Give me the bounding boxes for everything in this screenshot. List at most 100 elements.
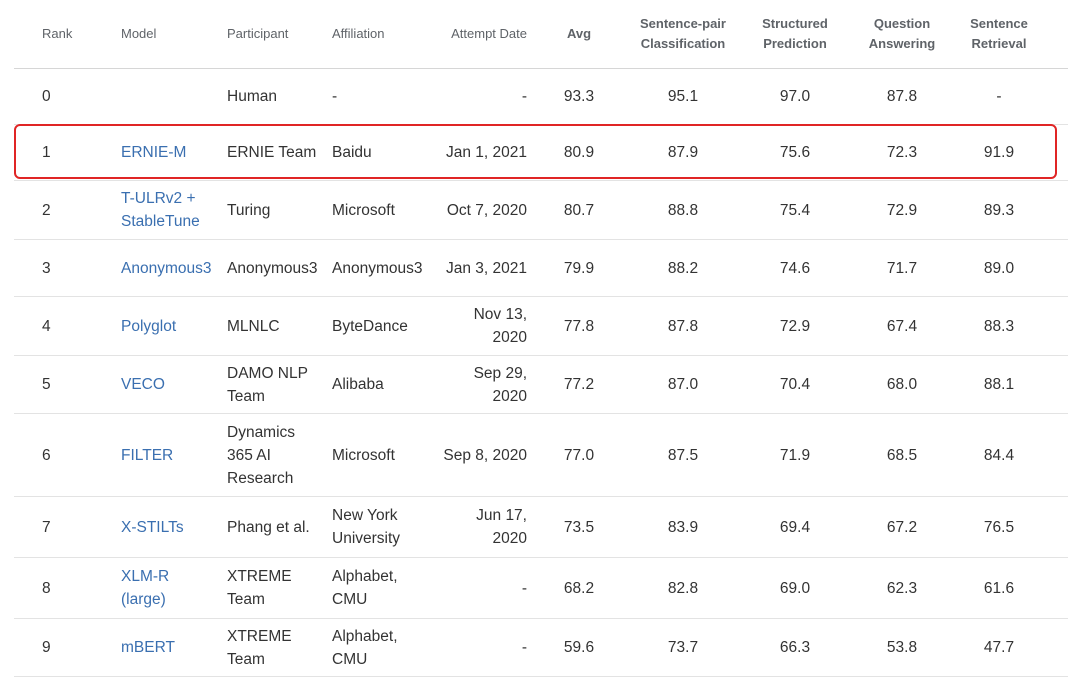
- participant-cell: Phang et al.: [227, 497, 332, 557]
- affiliation-cell-line: New York: [332, 507, 398, 524]
- affiliation-cell-line: University: [332, 530, 401, 547]
- model-link[interactable]: X-STILTs: [121, 516, 184, 539]
- header-spc-line2: Classification: [640, 36, 726, 51]
- header-structured-prediction[interactable]: Structured Prediction: [743, 0, 847, 68]
- attempt-date-cell-line: 2020: [492, 329, 527, 346]
- header-model[interactable]: Model: [121, 0, 226, 68]
- participant-cell: XTREME Team: [227, 619, 332, 676]
- model-cell: X-STILTs: [121, 497, 226, 557]
- header-sr-line1: Sentence: [970, 16, 1028, 31]
- structured-prediction-cell: 66.3: [779, 639, 811, 656]
- sentence-retrieval-cell: 61.6: [983, 579, 1015, 597]
- sentence-retrieval-cell: 89.3: [983, 201, 1015, 219]
- model-link[interactable]: Polyglot: [121, 315, 176, 338]
- sentence-pair-classification-cell: 87.5: [667, 446, 699, 464]
- model-link[interactable]: T-ULRv2 + StableTune: [121, 187, 200, 233]
- attempt-date-cell-line: Nov 13,: [473, 306, 527, 323]
- question-answering-cell: 87.8: [886, 88, 918, 105]
- attempt-date-cell-line: 2020: [492, 387, 527, 405]
- structured-prediction-cell: 75.4: [779, 201, 811, 219]
- header-qa-line2: Answering: [868, 36, 936, 51]
- structured-prediction-cell: 71.9: [779, 446, 811, 464]
- participant-cell: Human: [227, 69, 332, 124]
- participant-cell: DAMO NLP Team: [227, 356, 332, 413]
- model-link[interactable]: mBERT: [121, 636, 175, 659]
- attempt-date-cell-line: Jun 17,: [476, 507, 527, 524]
- header-sp-line1: Structured: [762, 16, 828, 31]
- structured-prediction-cell: 72.9: [779, 317, 811, 335]
- model-cell-line: (large): [121, 591, 166, 608]
- table-row: 0 Human - - 93.3 95.1 97.0 87.8 -: [14, 69, 1068, 125]
- affiliation-cell-line: CMU: [332, 650, 368, 668]
- structured-prediction-cell: 74.6: [779, 259, 811, 277]
- model-cell-line: Polyglot: [121, 317, 177, 335]
- rank-cell: 4: [42, 317, 51, 335]
- question-answering-cell: 72.9: [886, 201, 918, 219]
- attempt-date-cell: Sep 8, 2020: [407, 414, 527, 496]
- header-sr-line2: Retrieval: [971, 36, 1027, 51]
- rank-cell: 5: [42, 376, 51, 393]
- sentence-retrieval-cell: 84.4: [983, 446, 1015, 464]
- model-link[interactable]: Anonymous3: [121, 257, 211, 280]
- model-cell: mBERT: [121, 619, 226, 676]
- avg-cell: 79.9: [563, 259, 595, 277]
- table-row: 5 VECO DAMO NLP Team Alibaba Sep 29, 2020 77.2 8…: [14, 356, 1068, 414]
- structured-prediction-cell: 70.4: [779, 376, 811, 393]
- table-row: 6 FILTER Dynamics 365 AI Research Microsoft Se…: [14, 414, 1068, 497]
- participant-cell-line: Anonymous3: [227, 259, 318, 277]
- participant-cell: ERNIE Team: [227, 125, 332, 180]
- sentence-retrieval-cell: 47.7: [983, 639, 1015, 656]
- model-cell-line: VECO: [121, 376, 165, 393]
- attempt-date-cell-line: Jan 1, 2021: [445, 144, 527, 161]
- rank-cell: 6: [42, 446, 51, 464]
- avg-cell: 93.3: [563, 88, 595, 105]
- attempt-date-cell: Sep 29, 2020: [407, 356, 527, 413]
- model-cell-line: mBERT: [121, 639, 175, 656]
- sentence-pair-classification-cell: 87.8: [667, 317, 699, 335]
- participant-cell-line: Research: [227, 469, 294, 487]
- participant-cell-line: XTREME: [227, 568, 292, 585]
- header-sentence-retrieval[interactable]: Sentence Retrieval: [954, 0, 1044, 68]
- model-cell-line: ERNIE-M: [121, 144, 187, 161]
- header-rank[interactable]: Rank: [42, 0, 102, 68]
- header-participant[interactable]: Participant: [227, 0, 332, 68]
- table-row: 9 mBERT XTREME Team Alphabet, CMU - 59.6 73.7 66.…: [14, 619, 1068, 677]
- model-link[interactable]: ERNIE-M: [121, 141, 186, 164]
- affiliation-cell-line: Alibaba: [332, 376, 384, 393]
- sentence-pair-classification-cell: 87.0: [667, 376, 699, 393]
- participant-cell: XTREME Team: [227, 558, 332, 618]
- model-cell-line: StableTune: [121, 213, 200, 230]
- attempt-date-cell: Jun 17, 2020: [407, 497, 527, 557]
- affiliation-cell-line: Microsoft: [332, 446, 395, 464]
- participant-cell-line: 365 AI: [227, 446, 271, 464]
- attempt-date-cell: Oct 7, 2020: [407, 181, 527, 239]
- affiliation-cell-line: Microsoft: [332, 201, 395, 219]
- model-cell: T-ULRv2 + StableTune: [121, 181, 226, 239]
- sentence-retrieval-cell: -: [996, 88, 1002, 105]
- rank-cell: 3: [42, 259, 51, 277]
- leaderboard-table: Rank Model Participant Affiliation Attem…: [14, 0, 1068, 677]
- attempt-date-cell: -: [407, 69, 527, 124]
- table-row: 7 X-STILTs Phang et al. New York University J…: [14, 497, 1068, 558]
- model-cell-line: X-STILTs: [121, 518, 184, 536]
- table-row: 2 T-ULRv2 + StableTune Turing Microsoft Oct 7…: [14, 181, 1068, 240]
- header-avg[interactable]: Avg: [549, 0, 609, 68]
- participant-cell-line: DAMO NLP: [227, 364, 308, 382]
- attempt-date-cell: Jan 3, 2021: [407, 240, 527, 296]
- header-question-answering[interactable]: Question Answering: [850, 0, 954, 68]
- header-attempt-date[interactable]: Attempt Date: [407, 0, 527, 68]
- affiliation-cell-line: Baidu: [332, 144, 372, 161]
- model-link[interactable]: VECO: [121, 373, 165, 396]
- table-body: 0 Human - - 93.3 95.1 97.0 87.8 - 1 ERNIE-M ERNIE T…: [14, 69, 1068, 677]
- structured-prediction-cell: 97.0: [779, 88, 811, 105]
- table-header: Rank Model Participant Affiliation Attem…: [14, 0, 1068, 69]
- rank-cell: 0: [42, 88, 51, 105]
- model-link[interactable]: FILTER: [121, 444, 173, 467]
- participant-cell: MLNLC: [227, 297, 332, 355]
- header-sentence-pair-classification[interactable]: Sentence-pair Classification: [628, 0, 738, 68]
- sentence-retrieval-cell: 89.0: [983, 259, 1015, 277]
- structured-prediction-cell: 75.6: [779, 144, 811, 161]
- attempt-date-cell-line: Sep 8, 2020: [443, 446, 527, 464]
- model-link[interactable]: XLM-R (large): [121, 565, 169, 611]
- sentence-retrieval-cell: 88.1: [983, 376, 1015, 393]
